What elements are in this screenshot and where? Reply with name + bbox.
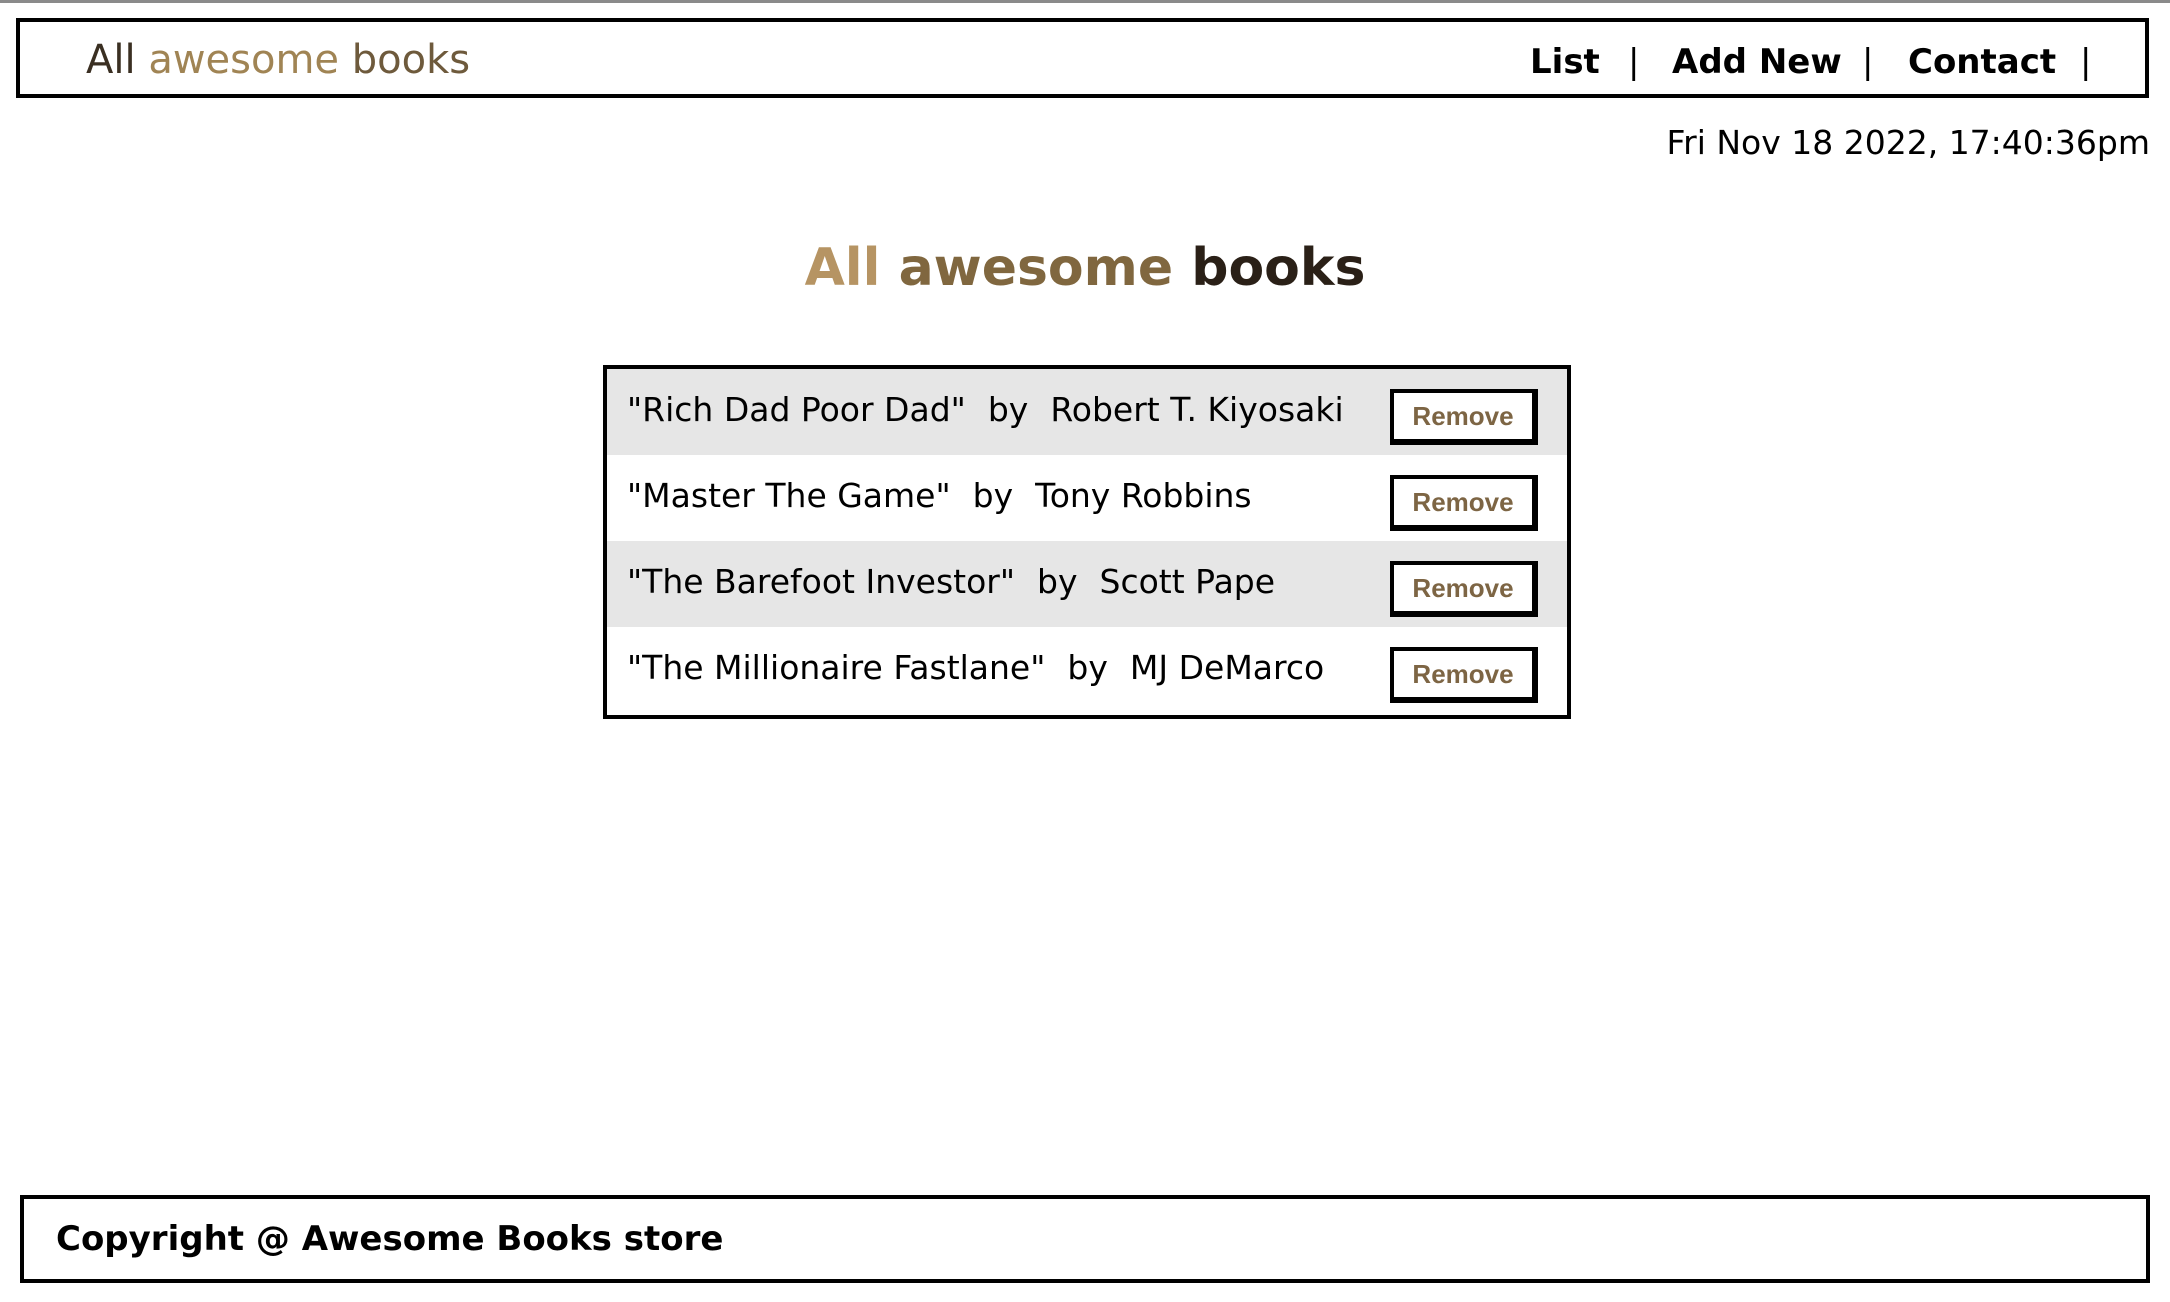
book-info: "Master The Game" by Tony Robbins bbox=[627, 475, 1252, 517]
book-author: MJ DeMarco bbox=[1129, 648, 1325, 687]
nav-link-contact[interactable]: Contact bbox=[1908, 42, 2056, 82]
book-by-label: by bbox=[1067, 648, 1108, 687]
book-author: Scott Pape bbox=[1099, 562, 1276, 601]
copyright-text: Copyright @ Awesome Books store bbox=[56, 1219, 724, 1259]
page-title: All awesome books bbox=[0, 238, 2170, 298]
book-item: "Rich Dad Poor Dad" by Robert T. Kiyosaki … bbox=[607, 369, 1567, 455]
book-author: Robert T. Kiyosaki bbox=[1050, 390, 1344, 429]
book-item: "The Millionaire Fastlane" by MJ DeMarco R… bbox=[607, 627, 1567, 713]
book-info: "The Millionaire Fastlane" by MJ DeMarco bbox=[627, 647, 1324, 689]
book-title: "Master The Game" bbox=[627, 476, 951, 515]
nav-separator: | bbox=[1862, 42, 1874, 82]
logo-word-awesome: awesome bbox=[148, 37, 340, 83]
current-datetime: Fri Nov 18 2022, 17:40:36pm bbox=[1666, 123, 2150, 162]
book-item: "The Barefoot Investor" by Scott Pape Remo… bbox=[607, 541, 1567, 627]
nav-link-list[interactable]: List bbox=[1530, 42, 1600, 82]
remove-book-button[interactable]: Remove bbox=[1390, 475, 1538, 531]
remove-book-button[interactable]: Remove bbox=[1390, 561, 1538, 617]
site-logo[interactable]: All awesome books bbox=[86, 38, 470, 82]
remove-book-button[interactable]: Remove bbox=[1390, 389, 1538, 445]
title-word-awesome: awesome bbox=[898, 238, 1174, 298]
remove-book-button[interactable]: Remove bbox=[1390, 647, 1538, 703]
book-by-label: by bbox=[972, 476, 1014, 515]
book-title: "The Millionaire Fastlane" bbox=[627, 648, 1046, 687]
book-item: "Master The Game" by Tony Robbins Remove bbox=[607, 455, 1567, 541]
book-info: "The Barefoot Investor" by Scott Pape bbox=[627, 561, 1275, 603]
title-word-books: books bbox=[1191, 238, 1366, 298]
title-word-all: All bbox=[804, 238, 881, 298]
nav-separator: | bbox=[2080, 42, 2092, 82]
logo-word-all: All bbox=[86, 37, 136, 83]
book-info: "Rich Dad Poor Dad" by Robert T. Kiyosaki bbox=[627, 389, 1344, 431]
browser-top-border bbox=[0, 0, 2170, 3]
book-title: "The Barefoot Investor" bbox=[627, 562, 1016, 601]
site-footer: Copyright @ Awesome Books store bbox=[20, 1195, 2150, 1283]
site-header: All awesome books List | Add New | Conta… bbox=[16, 18, 2149, 98]
nav-link-add-new[interactable]: Add New bbox=[1672, 42, 1842, 82]
book-author: Tony Robbins bbox=[1035, 476, 1252, 515]
logo-word-books: books bbox=[351, 37, 471, 83]
nav-separator: | bbox=[1628, 42, 1640, 82]
book-by-label: by bbox=[1037, 562, 1078, 601]
book-by-label: by bbox=[987, 390, 1029, 429]
book-title: "Rich Dad Poor Dad" bbox=[627, 390, 966, 429]
book-list: "Rich Dad Poor Dad" by Robert T. Kiyosaki … bbox=[603, 365, 1571, 719]
